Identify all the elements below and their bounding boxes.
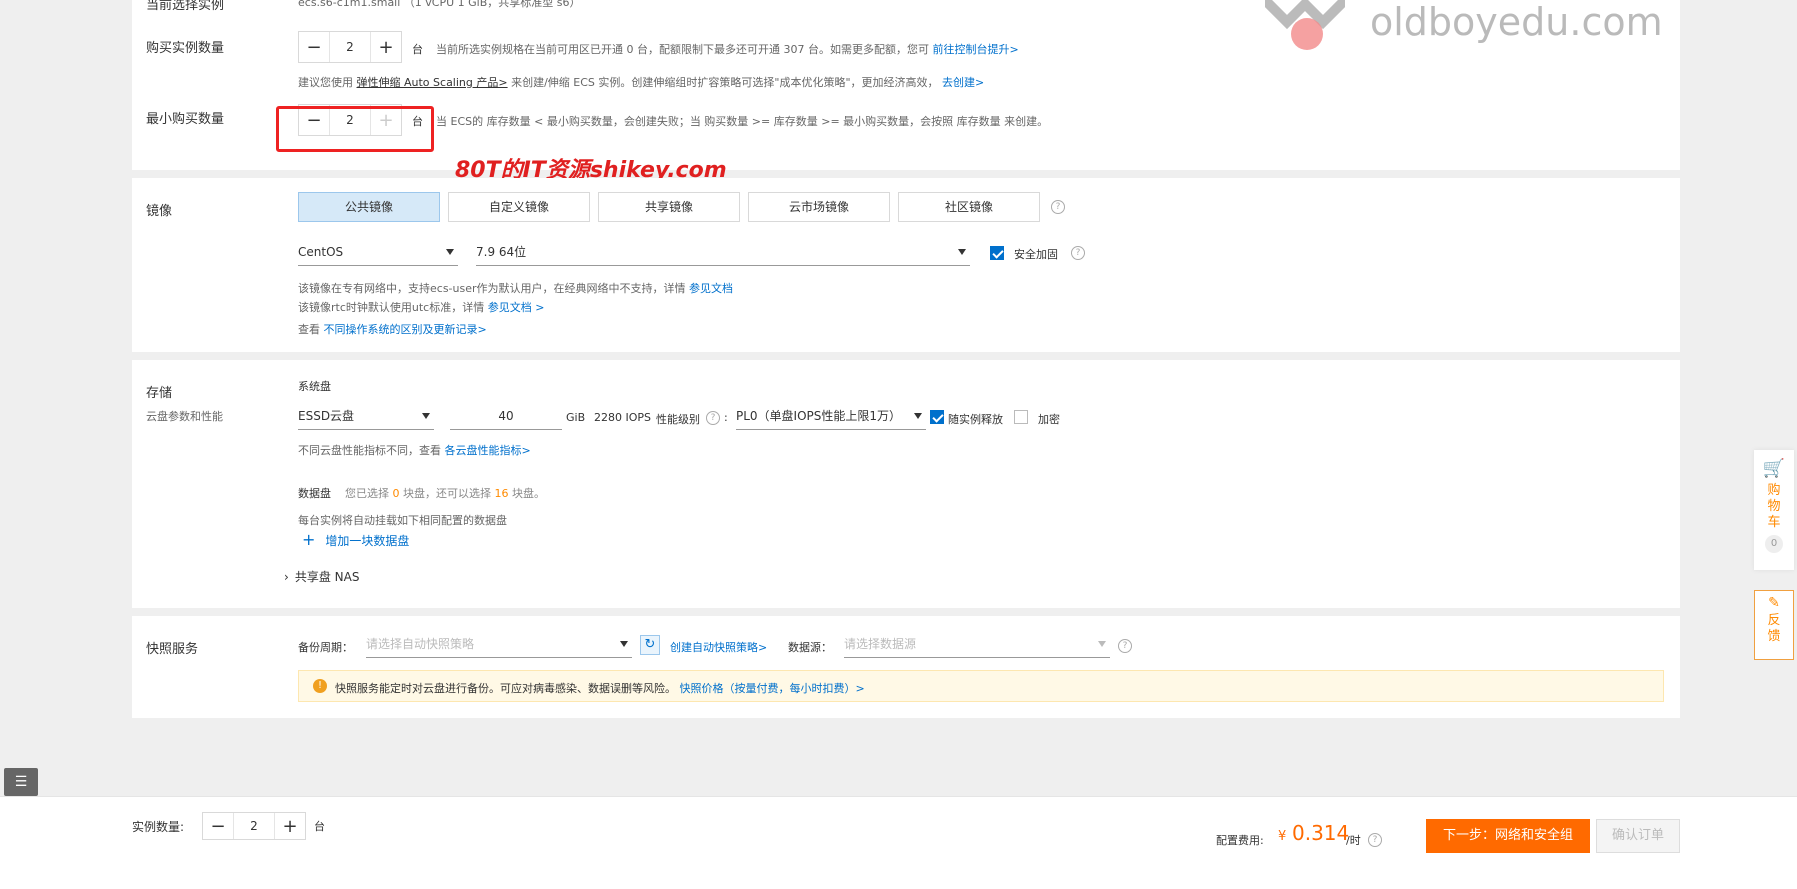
encrypt-checkbox[interactable] [1014, 410, 1028, 424]
instance-count-label: 实例数量: [132, 820, 185, 834]
current-selection-label: 当前选择实例 [146, 0, 225, 13]
image-label: 镜像 [146, 204, 173, 219]
unit-label: 台 [314, 820, 325, 833]
tab-custom-image[interactable]: 自定义镜像 [448, 192, 590, 222]
footer-count-value[interactable]: 2 [233, 813, 275, 839]
footer-bar: 实例数量: − 2 + 台 配置费用: ¥ 0.314 /时 ? 下一步：网络和… [0, 796, 1797, 889]
help-icon[interactable]: ? [1051, 200, 1065, 214]
chevron-down-icon [958, 249, 966, 255]
tab-community-image[interactable]: 社区镜像 [898, 192, 1040, 222]
chevron-right-icon: › [284, 570, 289, 584]
doc-link[interactable]: 参见文档 [689, 282, 733, 295]
source-label: 数据源： [788, 641, 832, 654]
chevron-down-icon [914, 413, 922, 419]
plus-icon: + [302, 530, 316, 549]
system-disk-label: 系统盘 [298, 380, 331, 393]
perf-level-select[interactable]: PL0（单盘IOPS性能上限1万） [736, 404, 926, 430]
refresh-icon[interactable]: ↻ [640, 635, 660, 655]
nas-toggle[interactable]: › 共享盘 NAS [284, 568, 359, 585]
brand-logo-icon [1261, 0, 1349, 50]
version-select[interactable]: 7.9 64位 [476, 240, 970, 266]
create-policy-link[interactable]: 创建自动快照策略> [670, 639, 767, 655]
snapshot-notice: ! 快照服务能定时对云盘进行备份。可应对病毒感染、数据误删等风险。 快照价格（按… [298, 670, 1664, 702]
storage-card: 存储 云盘参数和性能 [132, 360, 1680, 608]
cart-count: 0 [1765, 535, 1783, 553]
buy-count-value[interactable]: 2 [329, 32, 371, 62]
increment-button[interactable]: + [275, 813, 305, 839]
tab-shared-image[interactable]: 共享镜像 [598, 192, 740, 222]
list-icon[interactable]: ☰ [4, 768, 38, 796]
feedback-label: 反馈 [1767, 613, 1781, 644]
auto-scaling-link[interactable]: 弹性伸缩 Auto Scaling 产品> [357, 76, 508, 89]
storage-label: 存储 [146, 386, 173, 401]
release-checkbox[interactable] [930, 410, 944, 424]
chevron-down-icon [446, 249, 454, 255]
buy-count-label: 购买实例数量 [146, 41, 225, 56]
min-count-label: 最小购买数量 [146, 112, 225, 127]
feedback-widget[interactable]: ✎ 反馈 [1754, 590, 1794, 660]
storage-sub-label: 云盘参数和性能 [146, 410, 223, 423]
footer-count-stepper[interactable]: − 2 + [202, 812, 306, 840]
chevron-down-icon [422, 413, 430, 419]
buy-count-stepper[interactable]: − 2 + [298, 31, 402, 63]
help-icon[interactable]: ? [706, 411, 720, 425]
snapshot-price-link[interactable]: 快照价格（按量付费，每小时扣费）> [680, 682, 865, 695]
price-value: 0.314 [1292, 821, 1350, 845]
data-disk-note: 每台实例将自动挂载如下相同配置的数据盘 [298, 514, 507, 527]
image-note-3: 查看 不同操作系统的区别及更新记录> [298, 323, 487, 336]
size-unit: GiB [566, 411, 586, 424]
iops-value: 2280 IOPS [594, 411, 652, 424]
os-select[interactable]: CentOS [298, 240, 458, 266]
disk-size-input[interactable]: 40 [450, 404, 562, 430]
data-source-select[interactable]: 请选择数据源 [844, 632, 1110, 658]
encrypt-label: 加密 [1038, 413, 1060, 426]
os-diff-link[interactable]: 不同操作系统的区别及更新记录> [324, 323, 487, 336]
chevron-down-icon [620, 641, 628, 647]
price-label: 配置费用: [1216, 834, 1264, 847]
min-tip: 当 ECS的 库存数量 < 最小购买数量，会创建失败；当 购买数量 >= 库存数… [436, 115, 1049, 128]
create-scaling-link[interactable]: 去创建> [942, 76, 984, 89]
decrement-button[interactable]: − [203, 813, 233, 839]
scaling-tip: 建议您使用 弹性伸缩 Auto Scaling 产品> 来创建/伸缩 ECS 实… [298, 76, 985, 89]
warning-icon: ! [313, 679, 327, 693]
doc-link[interactable]: 参见文档 > [488, 301, 545, 314]
help-icon[interactable]: ? [1071, 246, 1085, 260]
disk-type-select[interactable]: ESSD云盘 [298, 404, 434, 430]
decrement-button[interactable]: − [299, 32, 329, 62]
currency: ¥ [1278, 829, 1287, 844]
image-note-2: 该镜像rtc时钟默认使用utc标准，详情 参见文档 > [298, 301, 545, 314]
security-checkbox[interactable] [990, 246, 1004, 260]
cart-icon: 🛒 [1762, 458, 1786, 479]
brand-watermark: oldboyedu.com [1370, 0, 1663, 44]
help-icon[interactable]: ? [1368, 833, 1382, 847]
help-icon[interactable]: ? [1118, 639, 1132, 653]
highlight-box [276, 106, 434, 152]
perf-level-label: 性能级别 [656, 413, 700, 426]
security-label: 安全加固 [1014, 248, 1058, 261]
confirm-order-button[interactable]: 确认订单 [1596, 819, 1680, 853]
cart-label: 购物车 [1767, 483, 1781, 530]
add-disk-button[interactable]: + 增加一块数据盘 [302, 530, 409, 549]
snapshot-policy-select[interactable]: 请选择自动快照策略 [366, 632, 632, 658]
next-network-button[interactable]: 下一步：网络和安全组 [1426, 819, 1590, 853]
quota-link[interactable]: 前往控制台提升> [932, 43, 1018, 56]
current-selection-value: ecs.s6-c1m1.small （1 vCPU 1 GiB，共享标准型 s6… [298, 0, 581, 9]
period-label: 备份周期： [298, 641, 353, 654]
price-unit: /时 [1346, 834, 1361, 847]
edit-icon: ✎ [1768, 595, 1780, 611]
release-label: 随实例释放 [948, 413, 1003, 426]
snapshot-label: 快照服务 [146, 642, 199, 657]
increment-button[interactable]: + [371, 32, 401, 62]
tab-public-image[interactable]: 公共镜像 [298, 192, 440, 222]
buy-tip: 当前所选实例规格在当前可用区已开通 0 台，配额限制下最多还可开通 307 台。… [436, 43, 1019, 56]
tab-marketplace-image[interactable]: 云市场镜像 [748, 192, 890, 222]
data-disk-info: 数据盘 您已选择 0 块盘，还可以选择 16 块盘。 [298, 487, 545, 500]
image-note-1: 该镜像在专有网络中，支持ecs-user作为默认用户，在经典网络中不支持，详情 … [298, 282, 734, 295]
perf-note: 不同云盘性能指标不同，查看 各云盘性能指标> [298, 444, 531, 457]
chevron-down-icon [1098, 641, 1106, 647]
unit-label: 台 [412, 43, 423, 56]
perf-colon: : [724, 411, 728, 424]
perf-metrics-link[interactable]: 各云盘性能指标> [445, 444, 531, 457]
cart-widget[interactable]: 🛒 购物车 0 [1754, 450, 1794, 570]
